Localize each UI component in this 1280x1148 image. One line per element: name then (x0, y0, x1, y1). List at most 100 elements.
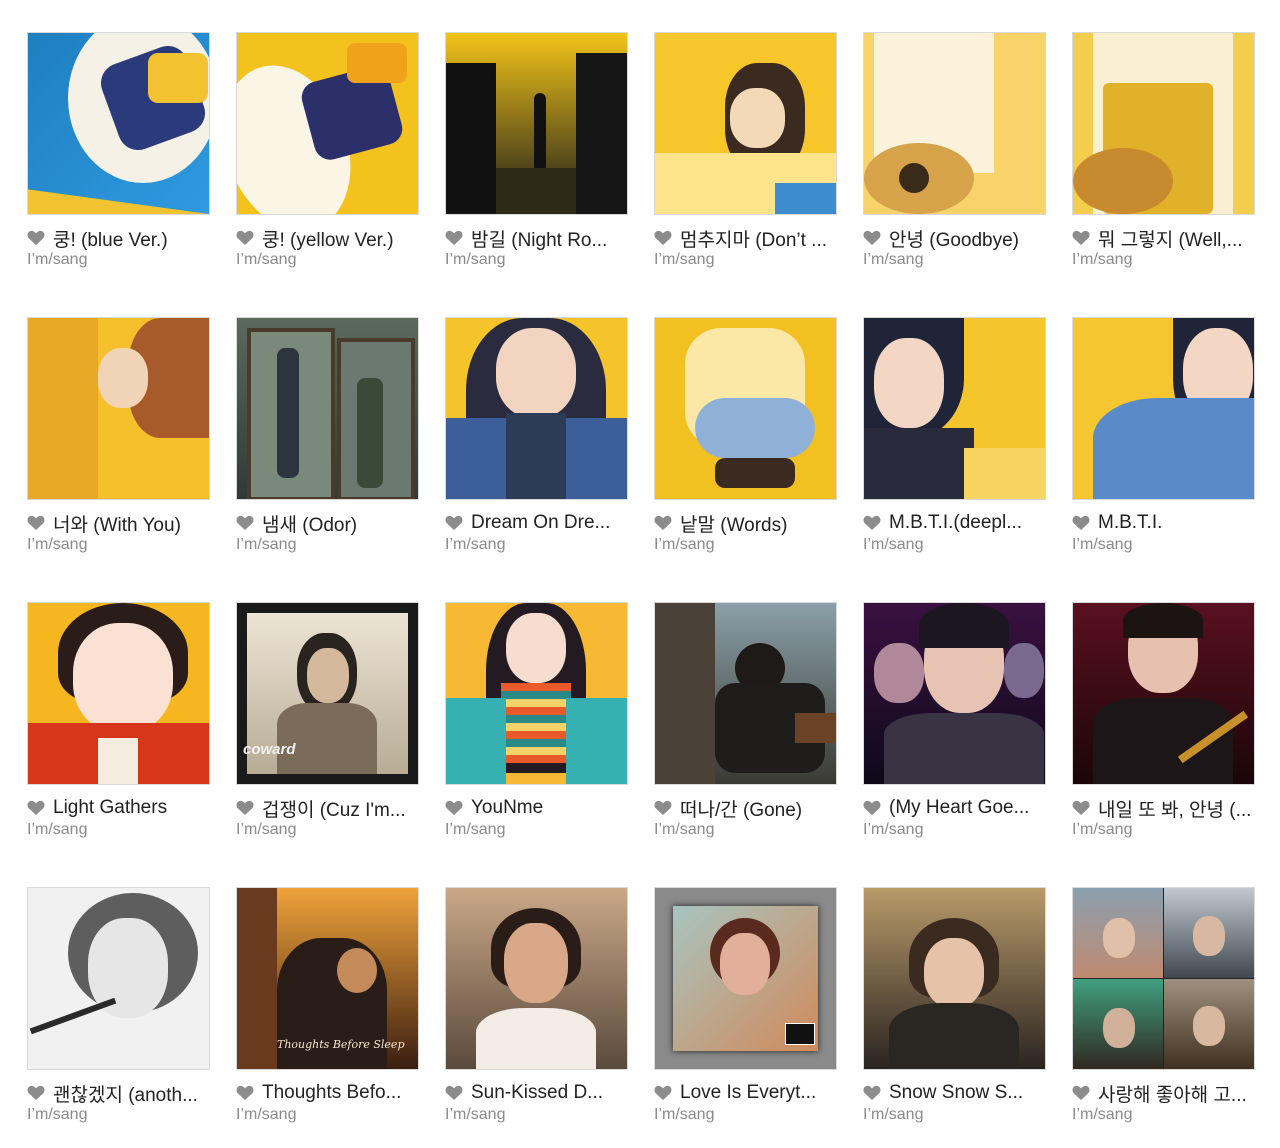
album-card[interactable]: 밤길 (Night Ro... I’m/sang (445, 32, 628, 269)
album-card[interactable]: M.B.T.I.(deepl... I’m/sang (863, 317, 1046, 554)
artist-name[interactable]: I’m/sang (863, 251, 1046, 269)
artist-name[interactable]: I’m/sang (445, 536, 628, 554)
artist-name[interactable]: I’m/sang (27, 536, 210, 554)
artist-name[interactable]: I’m/sang (445, 251, 628, 269)
album-card[interactable]: 쿵! (blue Ver.) I’m/sang (27, 32, 210, 269)
album-card[interactable]: 냄새 (Odor) I’m/sang (236, 317, 419, 554)
album-title[interactable]: Dream On Dre... (471, 512, 610, 534)
album-title[interactable]: 겁쟁이 (Cuz I'm... (262, 795, 406, 822)
album-cover[interactable] (445, 32, 628, 215)
artist-name[interactable]: I’m/sang (445, 1106, 628, 1124)
album-title[interactable]: 멈추지마 (Don’t ... (680, 225, 827, 252)
artist-name[interactable]: I’m/sang (654, 251, 837, 269)
album-cover[interactable] (445, 887, 628, 1070)
album-title[interactable]: 괜찮겠지 (anoth... (53, 1080, 198, 1107)
artist-name[interactable]: I’m/sang (863, 821, 1046, 839)
album-title[interactable]: M.B.T.I.(deepl... (889, 512, 1022, 534)
artist-name[interactable]: I’m/sang (236, 1106, 419, 1124)
heart-icon[interactable] (863, 800, 881, 816)
album-card[interactable]: (My Heart Goe... I’m/sang (863, 602, 1046, 839)
album-card[interactable]: Sun-Kissed D... I’m/sang (445, 887, 628, 1124)
album-cover[interactable] (654, 887, 837, 1070)
artist-name[interactable]: I’m/sang (236, 821, 419, 839)
album-title[interactable]: 쿵! (yellow Ver.) (262, 225, 394, 252)
album-title[interactable]: 떠나/간 (Gone) (680, 795, 802, 822)
album-cover[interactable] (863, 317, 1046, 500)
heart-icon[interactable] (236, 800, 254, 816)
heart-icon[interactable] (27, 800, 45, 816)
artist-name[interactable]: I’m/sang (863, 1106, 1046, 1124)
album-title[interactable]: 안녕 (Goodbye) (889, 225, 1019, 252)
heart-icon[interactable] (863, 1085, 881, 1101)
heart-icon[interactable] (1072, 230, 1090, 246)
heart-icon[interactable] (445, 515, 463, 531)
album-card[interactable]: Light Gathers I’m/sang (27, 602, 210, 839)
album-card[interactable]: 사랑해 좋아해 고... I’m/sang (1072, 887, 1255, 1124)
album-card[interactable]: 안녕 (Goodbye) I’m/sang (863, 32, 1046, 269)
artist-name[interactable]: I’m/sang (1072, 251, 1255, 269)
heart-icon[interactable] (654, 515, 672, 531)
album-card[interactable]: 너와 (With You) I’m/sang (27, 317, 210, 554)
album-card[interactable]: YouNme I’m/sang (445, 602, 628, 839)
heart-icon[interactable] (236, 230, 254, 246)
album-cover[interactable] (236, 317, 419, 500)
heart-icon[interactable] (27, 230, 45, 246)
album-cover[interactable] (1072, 602, 1255, 785)
album-cover[interactable] (863, 32, 1046, 215)
album-cover[interactable] (863, 602, 1046, 785)
album-title[interactable]: Love Is Everyt... (680, 1082, 816, 1104)
artist-name[interactable]: I’m/sang (654, 1106, 837, 1124)
album-title[interactable]: YouNme (471, 797, 543, 819)
heart-icon[interactable] (27, 515, 45, 531)
album-cover[interactable] (654, 317, 837, 500)
artist-name[interactable]: I’m/sang (236, 251, 419, 269)
album-card[interactable]: Thoughts Before Sleep Thoughts Befo... I… (236, 887, 419, 1124)
album-cover[interactable] (27, 32, 210, 215)
album-card[interactable]: 괜찮겠지 (anoth... I’m/sang (27, 887, 210, 1124)
album-title[interactable]: 쿵! (blue Ver.) (53, 225, 168, 252)
album-cover[interactable] (27, 317, 210, 500)
album-title[interactable]: Snow Snow S... (889, 1082, 1023, 1104)
album-card[interactable]: 뭐 그렇지 (Well,... I’m/sang (1072, 32, 1255, 269)
heart-icon[interactable] (1072, 800, 1090, 816)
artist-name[interactable]: I’m/sang (1072, 1106, 1255, 1124)
album-cover[interactable]: coward (236, 602, 419, 785)
album-title[interactable]: 뭐 그렇지 (Well,... (1098, 225, 1243, 252)
artist-name[interactable]: I’m/sang (236, 536, 419, 554)
album-title[interactable]: 너와 (With You) (53, 510, 181, 537)
artist-name[interactable]: I’m/sang (27, 1106, 210, 1124)
artist-name[interactable]: I’m/sang (1072, 821, 1255, 839)
artist-name[interactable]: I’m/sang (654, 821, 837, 839)
heart-icon[interactable] (445, 230, 463, 246)
album-title[interactable]: Sun-Kissed D... (471, 1082, 603, 1104)
album-cover[interactable] (27, 887, 210, 1070)
heart-icon[interactable] (654, 230, 672, 246)
album-title[interactable]: 냄새 (Odor) (262, 510, 357, 537)
album-cover[interactable] (27, 602, 210, 785)
album-card[interactable]: Love Is Everyt... I’m/sang (654, 887, 837, 1124)
artist-name[interactable]: I’m/sang (27, 821, 210, 839)
heart-icon[interactable] (445, 1085, 463, 1101)
heart-icon[interactable] (236, 515, 254, 531)
heart-icon[interactable] (654, 1085, 672, 1101)
artist-name[interactable]: I’m/sang (445, 821, 628, 839)
heart-icon[interactable] (27, 1085, 45, 1101)
album-cover[interactable] (863, 887, 1046, 1070)
artist-name[interactable]: I’m/sang (27, 251, 210, 269)
album-card[interactable]: 멈추지마 (Don’t ... I’m/sang (654, 32, 837, 269)
album-card[interactable]: Dream On Dre... I’m/sang (445, 317, 628, 554)
album-cover[interactable] (445, 602, 628, 785)
album-cover[interactable] (445, 317, 628, 500)
album-card[interactable]: 쿵! (yellow Ver.) I’m/sang (236, 32, 419, 269)
album-cover[interactable] (1072, 32, 1255, 215)
album-card[interactable]: coward 겁쟁이 (Cuz I'm... I’m/sang (236, 602, 419, 839)
heart-icon[interactable] (654, 800, 672, 816)
heart-icon[interactable] (1072, 515, 1090, 531)
album-title[interactable]: (My Heart Goe... (889, 797, 1029, 819)
album-title[interactable]: 밤길 (Night Ro... (471, 225, 607, 252)
album-cover[interactable]: Thoughts Before Sleep (236, 887, 419, 1070)
album-card[interactable]: 떠나/간 (Gone) I’m/sang (654, 602, 837, 839)
album-title[interactable]: Light Gathers (53, 797, 167, 819)
album-cover[interactable] (1072, 887, 1255, 1070)
album-card[interactable]: 낱말 (Words) I’m/sang (654, 317, 837, 554)
